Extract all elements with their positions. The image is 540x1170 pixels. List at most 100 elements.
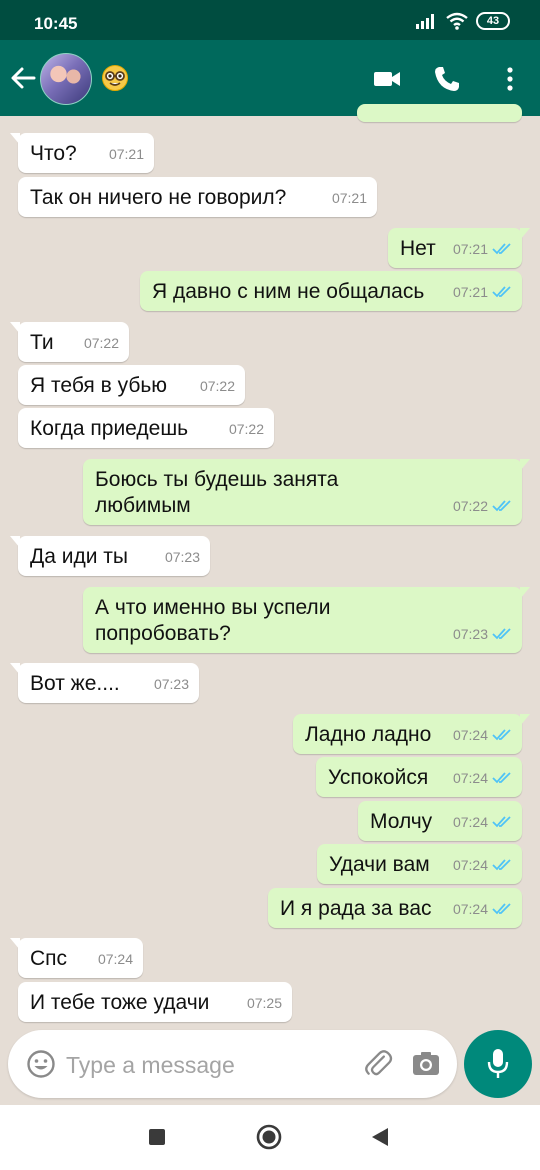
- message-text: Успокойся: [328, 766, 429, 789]
- message-bubble-outgoing[interactable]: Удачи вам 07:24: [317, 844, 522, 884]
- message-time: 07:24: [452, 770, 488, 786]
- status-time: 10:45: [34, 14, 78, 33]
- voice-record-button[interactable]: [464, 1030, 532, 1098]
- video-call-icon[interactable]: [372, 64, 402, 94]
- read-receipt-icon: [492, 243, 511, 255]
- message-meta: 07:21: [453, 236, 512, 262]
- attachment-paperclip-icon[interactable]: [364, 1048, 396, 1080]
- message-time: 07:23: [164, 549, 200, 565]
- back-button-icon[interactable]: [370, 1127, 390, 1147]
- message-text: Ти: [30, 331, 54, 354]
- whatsapp-chat-screen: 10:45 43 Что? 07:21 Так он ничего не гов…: [0, 0, 540, 1170]
- message-meta: 07:24: [98, 946, 133, 972]
- message-time: 07:22: [83, 335, 119, 351]
- message-meta: 07:23: [453, 621, 512, 647]
- wifi-icon: [446, 12, 468, 30]
- message-meta: 07:24: [453, 852, 512, 878]
- message-meta: 07:22: [453, 493, 512, 519]
- message-bubble-incoming[interactable]: Вот же.... 07:23: [10, 663, 199, 703]
- message-meta: 07:21: [453, 279, 512, 305]
- message-time: 07:24: [452, 814, 488, 830]
- message-meta: 07:23: [154, 671, 189, 697]
- read-receipt-icon: [492, 729, 511, 741]
- message-bubble-incoming[interactable]: Да иди ты 07:23: [10, 536, 210, 576]
- message-bubble-outgoing[interactable]: И я рада за вас 07:24: [268, 888, 522, 928]
- message-time: 07:22: [452, 498, 488, 514]
- message-list: Что? 07:21 Так он ничего не говорил? 07:…: [0, 104, 540, 1116]
- message-time: 07:24: [452, 901, 488, 917]
- message-input[interactable]: [64, 1048, 358, 1082]
- message-bubble-incoming[interactable]: Ти 07:22: [10, 322, 129, 362]
- message-bubble-outgoing[interactable]: Я давно с ним не общалась 07:21: [140, 271, 522, 311]
- nerd-face-emoji-icon[interactable]: [101, 64, 129, 92]
- message-bubble-incoming[interactable]: Так он ничего не говорил? 07:21: [18, 177, 377, 217]
- recents-button-icon[interactable]: [149, 1129, 165, 1145]
- message-bubble-outgoing[interactable]: Нет 07:21: [388, 228, 530, 268]
- message-meta: 07:24: [453, 896, 512, 922]
- bubble-tail: [10, 322, 20, 334]
- read-receipt-icon: [492, 816, 511, 828]
- read-receipt-icon: [492, 772, 511, 784]
- message-text: Ладно ладно: [305, 723, 432, 746]
- message-time: 07:23: [452, 626, 488, 642]
- home-button-icon[interactable]: [256, 1124, 282, 1150]
- message-text: Вот же....: [30, 672, 120, 695]
- camera-icon[interactable]: [411, 1049, 441, 1079]
- message-bubble-partial: [357, 104, 522, 122]
- bubble-tail: [10, 663, 20, 675]
- message-text: Нет: [400, 237, 436, 260]
- message-time: 07:25: [246, 995, 282, 1011]
- status-icons: 43: [416, 12, 510, 30]
- bubble-tail: [520, 459, 530, 471]
- message-bubble-incoming[interactable]: Что? 07:21: [10, 133, 154, 173]
- message-text: А что именно вы успели попробовать?: [95, 596, 337, 645]
- read-receipt-icon: [492, 859, 511, 871]
- bubble-tail: [10, 536, 20, 548]
- read-receipt-icon: [492, 903, 511, 915]
- message-text: Удачи вам: [329, 853, 430, 876]
- more-options-icon[interactable]: [495, 64, 525, 94]
- message-bubble-outgoing[interactable]: Ладно ладно 07:24: [293, 714, 530, 754]
- message-meta: 07:24: [453, 809, 512, 835]
- message-meta: 07:24: [453, 722, 512, 748]
- message-bubble-incoming[interactable]: Я тебя в убью 07:22: [18, 365, 245, 405]
- message-bubble-incoming[interactable]: Спс 07:24: [10, 938, 143, 978]
- message-text: Спс: [30, 947, 68, 970]
- message-meta: 07:21: [332, 185, 367, 211]
- back-arrow-icon[interactable]: [8, 60, 38, 96]
- system-navigation-bar: [0, 1105, 540, 1170]
- message-bubble-incoming[interactable]: Когда приедешь 07:22: [18, 408, 274, 448]
- microphone-icon: [487, 1049, 509, 1078]
- bubble-tail: [520, 228, 530, 240]
- message-bubble-outgoing[interactable]: Молчу 07:24: [358, 801, 522, 841]
- message-time: 07:21: [331, 190, 367, 206]
- read-receipt-icon: [492, 628, 511, 640]
- message-text: Боюсь ты будешь занята любимым: [95, 468, 345, 517]
- message-bubble-outgoing[interactable]: А что именно вы успели попробовать? 07:2…: [83, 587, 530, 653]
- message-meta: 07:22: [200, 373, 235, 399]
- message-time: 07:22: [228, 421, 264, 437]
- message-bubble-outgoing[interactable]: Боюсь ты будешь занята любимым 07:22: [83, 459, 530, 525]
- battery-indicator: 43: [476, 12, 510, 30]
- message-time: 07:24: [452, 857, 488, 873]
- message-time: 07:23: [153, 676, 189, 692]
- message-text: Да иди ты: [30, 545, 128, 568]
- bubble-tail: [10, 133, 20, 145]
- contact-avatar[interactable]: [40, 53, 92, 105]
- message-meta: 07:24: [453, 765, 512, 791]
- message-time: 07:21: [108, 146, 144, 162]
- message-bubble-outgoing[interactable]: Успокойся 07:24: [316, 757, 522, 797]
- phone-call-icon[interactable]: [432, 64, 462, 94]
- message-bubble-incoming[interactable]: И тебе тоже удачи 07:25: [18, 982, 292, 1022]
- message-time: 07:24: [97, 951, 133, 967]
- status-bar: 10:45 43: [0, 0, 540, 40]
- message-time: 07:24: [452, 727, 488, 743]
- message-meta: 07:23: [165, 544, 200, 570]
- message-time: 07:21: [452, 284, 488, 300]
- signal-icon: [416, 14, 434, 29]
- message-text: Когда приедешь: [30, 417, 189, 440]
- message-text: Что?: [30, 142, 77, 165]
- emoji-icon[interactable]: [26, 1049, 56, 1079]
- message-meta: 07:21: [109, 141, 144, 167]
- read-receipt-icon: [492, 500, 511, 512]
